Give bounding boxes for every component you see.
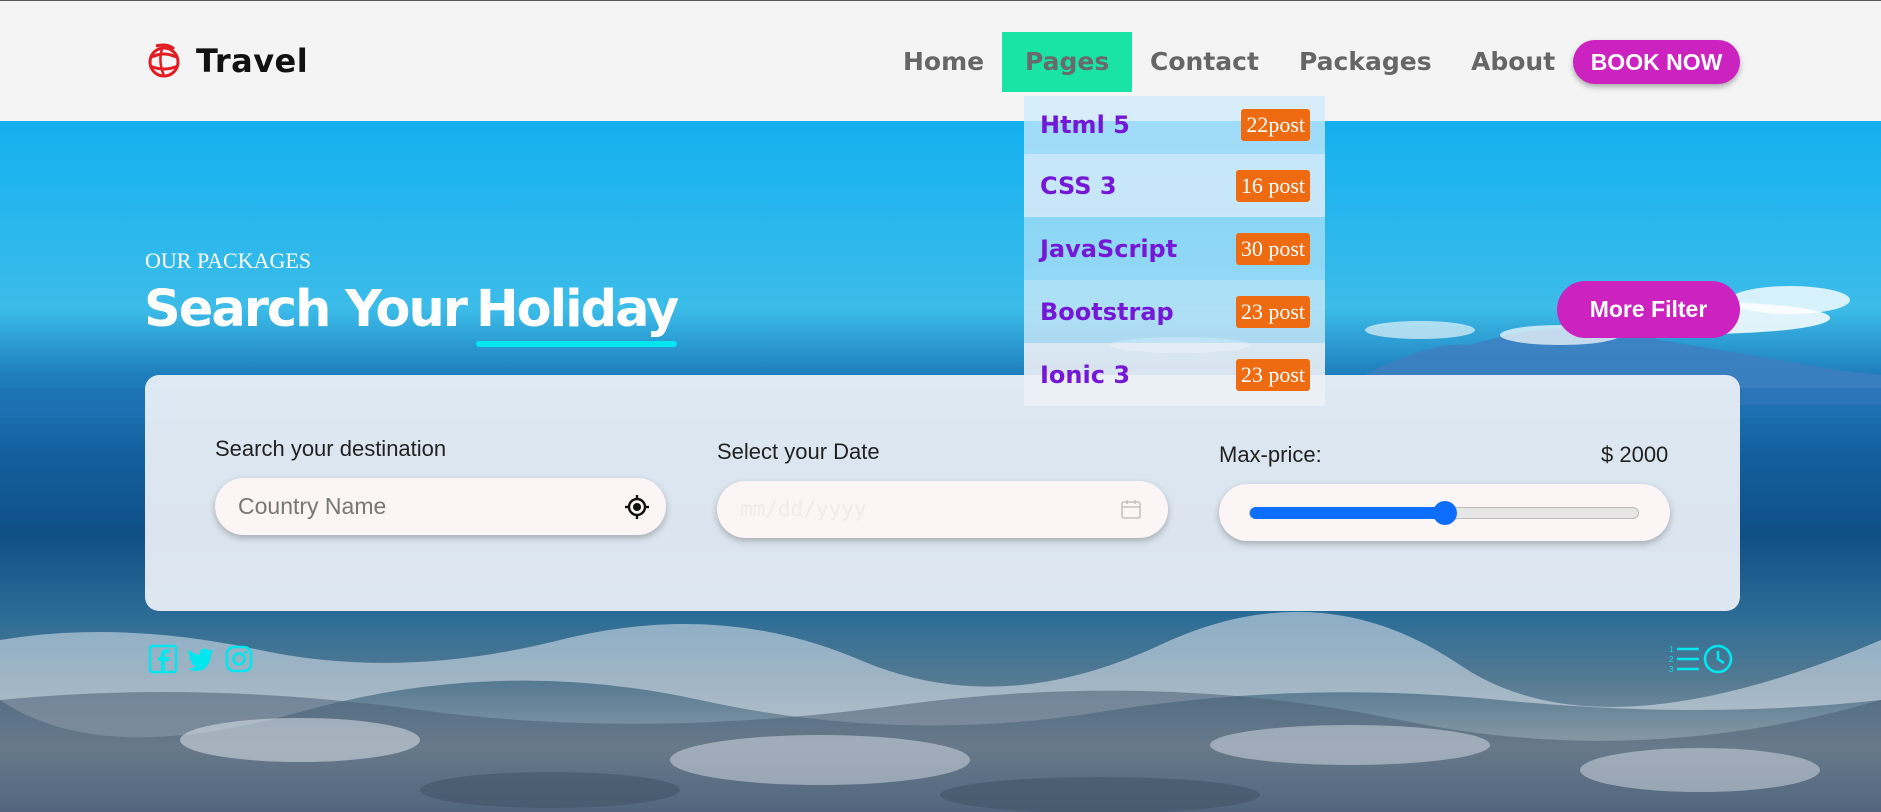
nav-about[interactable]: About [1448, 32, 1578, 92]
calendar-icon[interactable] [1120, 498, 1142, 520]
dropdown-item-html5[interactable]: Html 5 22post [1024, 96, 1325, 154]
facebook-icon[interactable] [148, 644, 178, 674]
price-slider-thumb[interactable] [1433, 501, 1457, 525]
max-price-label: Max-price: [1219, 442, 1322, 467]
locate-icon[interactable] [624, 494, 650, 520]
dropdown-item-ionic3[interactable]: Ionic 3 23 post [1024, 343, 1325, 406]
brand-logo[interactable]: Travel [144, 41, 308, 81]
price-slider-track[interactable] [1249, 501, 1639, 525]
date-label: Select your Date [717, 439, 880, 464]
list-icon[interactable]: 1 2 3 [1668, 643, 1700, 675]
post-count-badge: 23 post [1235, 295, 1310, 328]
nav-home[interactable]: Home [880, 32, 1007, 92]
dropdown-item-label: CSS 3 [1040, 171, 1117, 200]
destination-input[interactable] [238, 478, 598, 535]
max-price-value: $ 2000 [1601, 442, 1669, 467]
section-kicker: OUR PACKAGES [145, 248, 312, 273]
nav-packages[interactable]: Packages [1276, 32, 1455, 92]
post-count-badge: 23 post [1235, 358, 1310, 391]
dropdown-item-javascript[interactable]: JavaScript 30 post [1024, 217, 1325, 280]
dropdown-item-bootstrap[interactable]: Bootstrap 23 post [1024, 280, 1325, 343]
dropdown-item-label: JavaScript [1040, 234, 1178, 263]
post-count-badge: 30 post [1235, 232, 1310, 265]
hero-title-highlight: Holiday [475, 280, 679, 347]
clock-icon[interactable] [1702, 643, 1734, 675]
svg-text:2: 2 [1669, 655, 1674, 664]
dropdown-item-label: Ionic 3 [1040, 360, 1131, 389]
destination-label: Search your destination [215, 436, 447, 461]
search-panel: Search your destination Select your Date… [145, 375, 1740, 611]
globe-icon [148, 43, 180, 78]
twitter-icon[interactable] [186, 644, 216, 674]
post-count-badge: 22post [1241, 109, 1310, 141]
navbar: Travel Home Pages Contact Packages About… [0, 0, 1881, 121]
post-count-badge: 16 post [1235, 169, 1310, 202]
dropdown-item-css3[interactable]: CSS 3 16 post [1024, 154, 1325, 217]
more-filter-button[interactable]: More Filter [1557, 281, 1740, 338]
hero-title: Search Your Holiday [144, 280, 679, 347]
date-placeholder: mm/dd/yyyy [740, 497, 867, 521]
destination-field[interactable] [215, 478, 666, 535]
svg-text:1: 1 [1669, 645, 1674, 654]
social-links [148, 644, 254, 674]
view-toggle-icons: 1 2 3 [1668, 643, 1734, 675]
svg-text:3: 3 [1669, 665, 1674, 674]
price-slider-field [1219, 484, 1670, 541]
hero-title-main: Search Your [144, 280, 468, 339]
dropdown-item-label: Bootstrap [1040, 297, 1174, 326]
instagram-icon[interactable] [224, 644, 254, 674]
price-slider-fill [1250, 507, 1445, 519]
date-field[interactable]: mm/dd/yyyy [717, 481, 1168, 538]
brand-name: Travel [196, 42, 309, 80]
dropdown-item-label: Html 5 [1040, 111, 1130, 139]
pages-dropdown-menu: Html 5 22post CSS 3 16 post JavaScript 3… [1024, 96, 1325, 406]
nav-contact[interactable]: Contact [1127, 32, 1282, 92]
nav-pages[interactable]: Pages [1002, 32, 1133, 92]
book-now-button[interactable]: BOOK NOW [1573, 40, 1740, 84]
